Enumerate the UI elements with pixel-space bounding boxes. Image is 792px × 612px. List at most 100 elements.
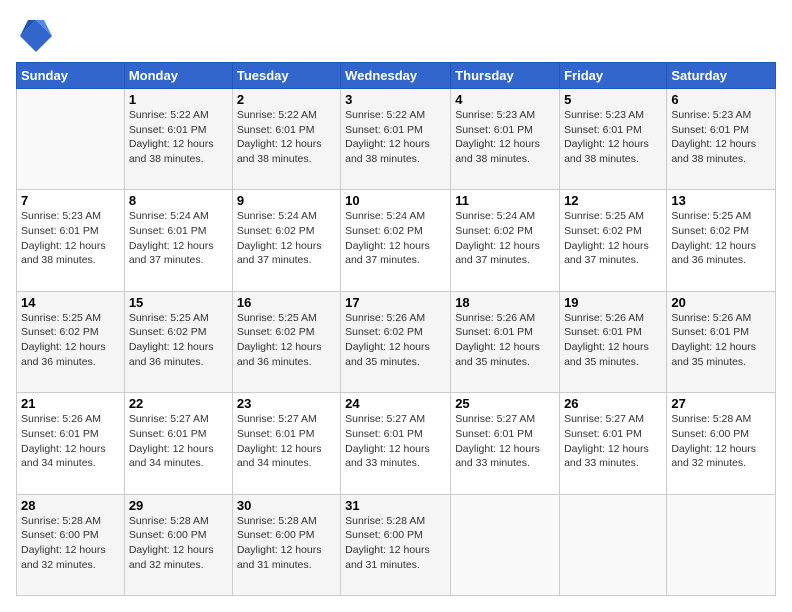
day-number: 15 (129, 295, 228, 310)
day-number: 4 (455, 92, 555, 107)
calendar-cell: 11Sunrise: 5:24 AM Sunset: 6:02 PM Dayli… (451, 190, 560, 291)
day-number: 18 (455, 295, 555, 310)
calendar-week-row: 1Sunrise: 5:22 AM Sunset: 6:01 PM Daylig… (17, 89, 776, 190)
calendar-cell: 17Sunrise: 5:26 AM Sunset: 6:02 PM Dayli… (341, 291, 451, 392)
calendar-cell: 12Sunrise: 5:25 AM Sunset: 6:02 PM Dayli… (560, 190, 667, 291)
day-info: Sunrise: 5:23 AM Sunset: 6:01 PM Dayligh… (671, 108, 771, 167)
day-number: 12 (564, 193, 662, 208)
calendar-cell (17, 89, 125, 190)
day-info: Sunrise: 5:24 AM Sunset: 6:02 PM Dayligh… (237, 209, 336, 268)
day-info: Sunrise: 5:28 AM Sunset: 6:00 PM Dayligh… (671, 412, 771, 471)
day-info: Sunrise: 5:22 AM Sunset: 6:01 PM Dayligh… (345, 108, 446, 167)
calendar-cell: 4Sunrise: 5:23 AM Sunset: 6:01 PM Daylig… (451, 89, 560, 190)
day-info: Sunrise: 5:28 AM Sunset: 6:00 PM Dayligh… (345, 514, 446, 573)
day-number: 6 (671, 92, 771, 107)
header (16, 16, 776, 52)
day-info: Sunrise: 5:26 AM Sunset: 6:01 PM Dayligh… (564, 311, 662, 370)
calendar-cell: 24Sunrise: 5:27 AM Sunset: 6:01 PM Dayli… (341, 393, 451, 494)
calendar-day-header: Wednesday (341, 63, 451, 89)
calendar-cell: 19Sunrise: 5:26 AM Sunset: 6:01 PM Dayli… (560, 291, 667, 392)
calendar-cell: 7Sunrise: 5:23 AM Sunset: 6:01 PM Daylig… (17, 190, 125, 291)
day-number: 7 (21, 193, 120, 208)
day-info: Sunrise: 5:26 AM Sunset: 6:01 PM Dayligh… (455, 311, 555, 370)
day-info: Sunrise: 5:28 AM Sunset: 6:00 PM Dayligh… (129, 514, 228, 573)
calendar-cell: 29Sunrise: 5:28 AM Sunset: 6:00 PM Dayli… (124, 494, 232, 595)
calendar-cell: 30Sunrise: 5:28 AM Sunset: 6:00 PM Dayli… (232, 494, 340, 595)
day-number: 1 (129, 92, 228, 107)
day-info: Sunrise: 5:24 AM Sunset: 6:02 PM Dayligh… (345, 209, 446, 268)
calendar-cell: 9Sunrise: 5:24 AM Sunset: 6:02 PM Daylig… (232, 190, 340, 291)
day-info: Sunrise: 5:22 AM Sunset: 6:01 PM Dayligh… (129, 108, 228, 167)
calendar-cell: 10Sunrise: 5:24 AM Sunset: 6:02 PM Dayli… (341, 190, 451, 291)
day-number: 13 (671, 193, 771, 208)
calendar-cell: 22Sunrise: 5:27 AM Sunset: 6:01 PM Dayli… (124, 393, 232, 494)
calendar-cell: 3Sunrise: 5:22 AM Sunset: 6:01 PM Daylig… (341, 89, 451, 190)
calendar-cell: 21Sunrise: 5:26 AM Sunset: 6:01 PM Dayli… (17, 393, 125, 494)
calendar-cell: 25Sunrise: 5:27 AM Sunset: 6:01 PM Dayli… (451, 393, 560, 494)
day-info: Sunrise: 5:25 AM Sunset: 6:02 PM Dayligh… (564, 209, 662, 268)
day-info: Sunrise: 5:28 AM Sunset: 6:00 PM Dayligh… (237, 514, 336, 573)
day-number: 14 (21, 295, 120, 310)
calendar-cell: 27Sunrise: 5:28 AM Sunset: 6:00 PM Dayli… (667, 393, 776, 494)
day-info: Sunrise: 5:25 AM Sunset: 6:02 PM Dayligh… (21, 311, 120, 370)
calendar-cell: 13Sunrise: 5:25 AM Sunset: 6:02 PM Dayli… (667, 190, 776, 291)
day-info: Sunrise: 5:22 AM Sunset: 6:01 PM Dayligh… (237, 108, 336, 167)
calendar-table: SundayMondayTuesdayWednesdayThursdayFrid… (16, 62, 776, 596)
day-number: 31 (345, 498, 446, 513)
calendar-cell: 5Sunrise: 5:23 AM Sunset: 6:01 PM Daylig… (560, 89, 667, 190)
day-number: 25 (455, 396, 555, 411)
day-number: 29 (129, 498, 228, 513)
day-number: 11 (455, 193, 555, 208)
day-info: Sunrise: 5:25 AM Sunset: 6:02 PM Dayligh… (129, 311, 228, 370)
calendar-cell: 8Sunrise: 5:24 AM Sunset: 6:01 PM Daylig… (124, 190, 232, 291)
calendar-cell: 31Sunrise: 5:28 AM Sunset: 6:00 PM Dayli… (341, 494, 451, 595)
day-number: 23 (237, 396, 336, 411)
calendar-cell: 28Sunrise: 5:28 AM Sunset: 6:00 PM Dayli… (17, 494, 125, 595)
day-number: 30 (237, 498, 336, 513)
calendar-week-row: 7Sunrise: 5:23 AM Sunset: 6:01 PM Daylig… (17, 190, 776, 291)
calendar-week-row: 21Sunrise: 5:26 AM Sunset: 6:01 PM Dayli… (17, 393, 776, 494)
day-number: 2 (237, 92, 336, 107)
calendar-day-header: Thursday (451, 63, 560, 89)
calendar-cell: 2Sunrise: 5:22 AM Sunset: 6:01 PM Daylig… (232, 89, 340, 190)
calendar-cell: 1Sunrise: 5:22 AM Sunset: 6:01 PM Daylig… (124, 89, 232, 190)
day-info: Sunrise: 5:28 AM Sunset: 6:00 PM Dayligh… (21, 514, 120, 573)
logo (16, 16, 58, 52)
calendar-cell: 6Sunrise: 5:23 AM Sunset: 6:01 PM Daylig… (667, 89, 776, 190)
day-info: Sunrise: 5:24 AM Sunset: 6:02 PM Dayligh… (455, 209, 555, 268)
calendar-cell: 26Sunrise: 5:27 AM Sunset: 6:01 PM Dayli… (560, 393, 667, 494)
day-number: 10 (345, 193, 446, 208)
day-number: 9 (237, 193, 336, 208)
calendar-cell: 16Sunrise: 5:25 AM Sunset: 6:02 PM Dayli… (232, 291, 340, 392)
calendar-day-header: Sunday (17, 63, 125, 89)
calendar-week-row: 14Sunrise: 5:25 AM Sunset: 6:02 PM Dayli… (17, 291, 776, 392)
day-number: 28 (21, 498, 120, 513)
day-info: Sunrise: 5:27 AM Sunset: 6:01 PM Dayligh… (129, 412, 228, 471)
day-number: 19 (564, 295, 662, 310)
calendar-cell (451, 494, 560, 595)
day-info: Sunrise: 5:23 AM Sunset: 6:01 PM Dayligh… (564, 108, 662, 167)
day-info: Sunrise: 5:26 AM Sunset: 6:01 PM Dayligh… (671, 311, 771, 370)
day-number: 21 (21, 396, 120, 411)
day-number: 22 (129, 396, 228, 411)
day-number: 26 (564, 396, 662, 411)
day-info: Sunrise: 5:27 AM Sunset: 6:01 PM Dayligh… (455, 412, 555, 471)
day-info: Sunrise: 5:27 AM Sunset: 6:01 PM Dayligh… (564, 412, 662, 471)
day-number: 24 (345, 396, 446, 411)
calendar-cell (560, 494, 667, 595)
calendar-cell (667, 494, 776, 595)
day-info: Sunrise: 5:25 AM Sunset: 6:02 PM Dayligh… (671, 209, 771, 268)
logo-icon (16, 16, 52, 52)
calendar-day-header: Friday (560, 63, 667, 89)
calendar-cell: 20Sunrise: 5:26 AM Sunset: 6:01 PM Dayli… (667, 291, 776, 392)
calendar-day-header: Saturday (667, 63, 776, 89)
calendar-day-header: Monday (124, 63, 232, 89)
day-info: Sunrise: 5:25 AM Sunset: 6:02 PM Dayligh… (237, 311, 336, 370)
calendar-header-row: SundayMondayTuesdayWednesdayThursdayFrid… (17, 63, 776, 89)
day-number: 20 (671, 295, 771, 310)
day-info: Sunrise: 5:24 AM Sunset: 6:01 PM Dayligh… (129, 209, 228, 268)
calendar-day-header: Tuesday (232, 63, 340, 89)
day-info: Sunrise: 5:26 AM Sunset: 6:01 PM Dayligh… (21, 412, 120, 471)
day-number: 3 (345, 92, 446, 107)
page: SundayMondayTuesdayWednesdayThursdayFrid… (0, 0, 792, 612)
